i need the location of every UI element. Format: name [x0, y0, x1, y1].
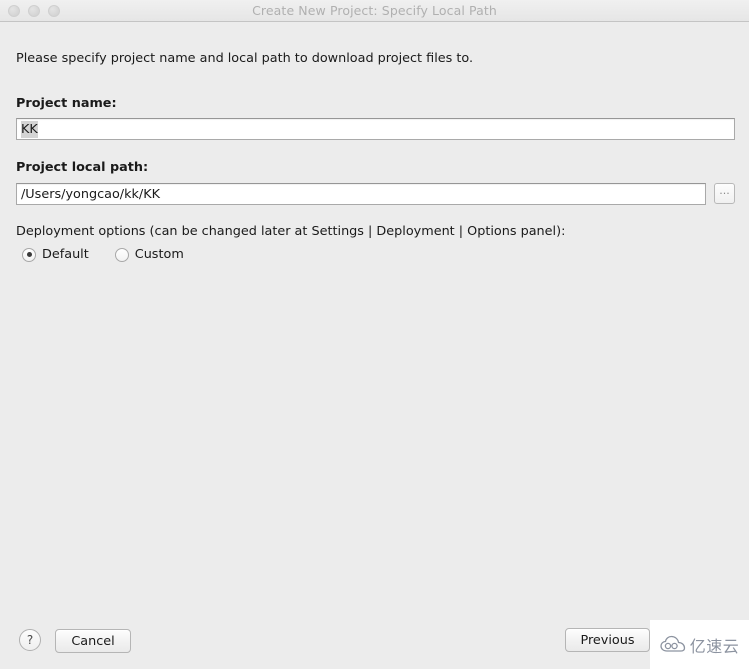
create-new-project-dialog: Create New Project: Specify Local Path P…: [0, 0, 749, 669]
browse-path-button[interactable]: ...: [714, 183, 735, 204]
project-local-path-value: /Users/yongcao/kk/KK: [21, 186, 161, 202]
radio-option-default[interactable]: Default: [22, 247, 89, 262]
window-titlebar: Create New Project: Specify Local Path: [0, 0, 749, 22]
radio-option-custom[interactable]: Custom: [114, 247, 184, 262]
deployment-options-label: Deployment options (can be changed later…: [16, 224, 566, 239]
project-local-path-label: Project local path:: [16, 160, 149, 175]
previous-button[interactable]: Previous: [565, 628, 650, 652]
project-name-input[interactable]: KK: [16, 118, 735, 140]
window-controls: [8, 0, 60, 22]
deployment-options-group: Default Custom: [22, 247, 184, 262]
radio-custom-label: Custom: [134, 247, 184, 262]
close-button-icon[interactable]: [8, 5, 20, 17]
radio-default-icon[interactable]: [22, 247, 36, 262]
radio-custom-icon[interactable]: [114, 247, 129, 262]
project-name-label: Project name:: [16, 96, 117, 111]
cloud-icon: [660, 635, 685, 652]
minimize-button-icon[interactable]: [28, 5, 40, 17]
watermark-text: 亿速云: [689, 636, 740, 656]
radio-default-label: Default: [42, 247, 89, 262]
help-button[interactable]: ?: [19, 629, 41, 651]
window-title: Create New Project: Specify Local Path: [252, 3, 497, 18]
cancel-button[interactable]: Cancel: [55, 629, 131, 653]
instruction-text: Please specify project name and local pa…: [16, 51, 474, 66]
maximize-button-icon[interactable]: [48, 5, 60, 17]
dialog-content: Please specify project name and local pa…: [0, 22, 749, 669]
project-name-value: KK: [21, 120, 38, 138]
project-local-path-input[interactable]: /Users/yongcao/kk/KK: [16, 183, 706, 205]
watermark-overlay: 亿速云: [650, 620, 749, 669]
